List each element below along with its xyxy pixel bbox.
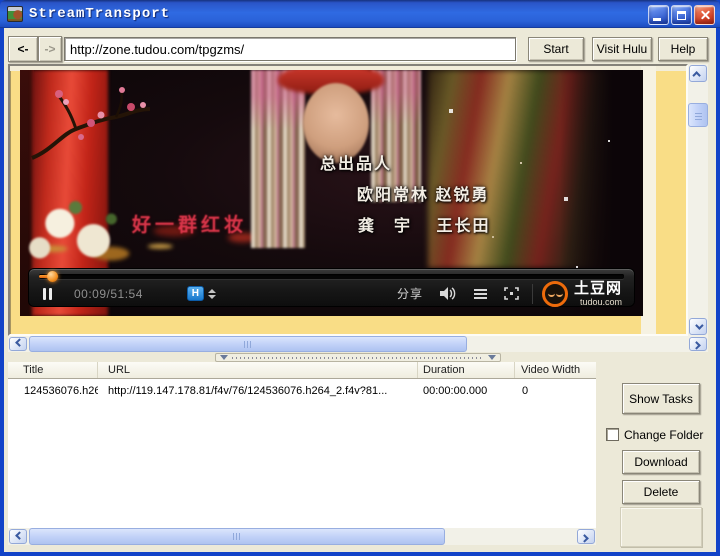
browser-horizontal-scrollbar[interactable]	[8, 336, 708, 352]
panel-splitter[interactable]	[215, 353, 501, 362]
maximize-button[interactable]	[671, 5, 692, 25]
splitter-dots	[232, 357, 484, 359]
scroll-left-button[interactable]	[9, 337, 27, 351]
table-header: Title URL Duration Video Width	[8, 362, 596, 379]
app-icon	[7, 6, 23, 22]
video-art-braids-left	[251, 70, 305, 248]
table-row[interactable]: 124536076.h26... http://119.147.178.81/f…	[8, 383, 596, 399]
playback-time: 00:09/51:54	[74, 287, 143, 301]
cell-duration: 00:00:00.000	[418, 385, 515, 397]
title-bar[interactable]: StreamTransport	[0, 0, 720, 28]
horizontal-scroll-thumb[interactable]	[29, 528, 445, 545]
visit-hulu-button[interactable]: Visit Hulu	[592, 37, 652, 61]
video-credits: 总出品人 欧阳常林 赵锐勇 龚 宇 王长田	[320, 150, 550, 236]
scroll-right-button[interactable]	[689, 337, 707, 351]
vertical-scroll-thumb[interactable]	[688, 103, 708, 127]
start-button[interactable]: Start	[528, 37, 584, 61]
video-art-peony-flowers	[24, 196, 136, 268]
divider	[532, 284, 533, 304]
video-frame[interactable]: 总出品人 欧阳常林 赵锐勇 龚 宇 王长田 好一群红妆 00:09/51:54 …	[20, 70, 643, 316]
table-horizontal-scrollbar[interactable]	[8, 528, 596, 545]
fullscreen-icon[interactable]	[504, 287, 519, 300]
url-input[interactable]	[64, 37, 516, 61]
browser-vertical-scrollbar[interactable]	[688, 64, 708, 336]
tasks-list[interactable]: 124536076.h26... http://119.147.178.81/f…	[8, 379, 596, 528]
playlist-icon[interactable]	[474, 289, 487, 299]
scroll-up-button[interactable]	[689, 65, 707, 82]
credits-line: 总出品人	[320, 150, 550, 174]
column-header-url[interactable]: URL	[98, 362, 418, 378]
splitter-collapse-icon	[220, 355, 228, 360]
video-art-sparkles	[20, 70, 22, 72]
scroll-right-button[interactable]	[577, 529, 595, 544]
help-button[interactable]: Help	[658, 37, 708, 61]
quality-badge[interactable]: H	[187, 286, 204, 301]
page-background-right	[641, 66, 656, 334]
scroll-down-button[interactable]	[689, 318, 707, 335]
volume-icon[interactable]	[440, 287, 457, 300]
video-watermark: 好一群红妆	[132, 210, 247, 237]
credits-line: 欧阳常林 赵锐勇	[357, 181, 550, 205]
tudou-wordmark-cn: 土豆网	[574, 281, 622, 296]
column-header-duration[interactable]: Duration	[418, 362, 515, 378]
horizontal-scroll-thumb[interactable]	[29, 336, 467, 352]
column-header-video-width[interactable]: Video Width	[515, 362, 594, 378]
minimize-button[interactable]	[648, 5, 669, 25]
browser-viewport: 总出品人 欧阳常林 赵锐勇 龚 宇 王长田 好一群红妆 00:09/51:54 …	[8, 64, 688, 336]
client-area: <- -> Start Visit Hulu Help	[4, 28, 716, 552]
app-window: StreamTransport <- -> Start Visit Hulu H…	[0, 0, 720, 556]
share-button[interactable]: 分享	[397, 285, 423, 302]
download-button[interactable]: Download	[622, 450, 700, 474]
change-folder-label[interactable]: Change Folder	[624, 428, 703, 442]
cell-video-width: 0	[515, 385, 594, 397]
empty-panel	[620, 507, 702, 547]
delete-button[interactable]: Delete	[622, 480, 700, 504]
column-header-title[interactable]: Title	[8, 362, 98, 378]
quality-selector-arrows[interactable]	[208, 289, 216, 299]
splitter-collapse-icon	[488, 355, 496, 360]
tudou-wordmark-en: tudou.com	[574, 298, 622, 307]
cell-url: http://119.147.178.81/f4v/76/124536076.h…	[98, 385, 418, 397]
close-button[interactable]	[694, 5, 715, 25]
scroll-left-button[interactable]	[9, 529, 27, 544]
tudou-wordmark: 土豆网 tudou.com	[574, 281, 622, 307]
pause-button[interactable]	[43, 288, 52, 300]
seek-bar[interactable]	[39, 274, 624, 279]
blossom-branch-graphic	[30, 78, 162, 180]
window-title: StreamTransport	[29, 6, 170, 22]
player-control-bar: 00:09/51:54 H 分享	[28, 268, 635, 307]
forward-button[interactable]: ->	[38, 36, 62, 62]
show-tasks-button[interactable]: Show Tasks	[622, 383, 700, 414]
back-button[interactable]: <-	[8, 36, 38, 62]
tudou-logo-icon[interactable]	[542, 281, 568, 307]
credits-line: 龚 宇 王长田	[358, 212, 550, 236]
cell-title: 124536076.h26...	[8, 385, 98, 397]
change-folder-checkbox[interactable]	[606, 428, 619, 441]
